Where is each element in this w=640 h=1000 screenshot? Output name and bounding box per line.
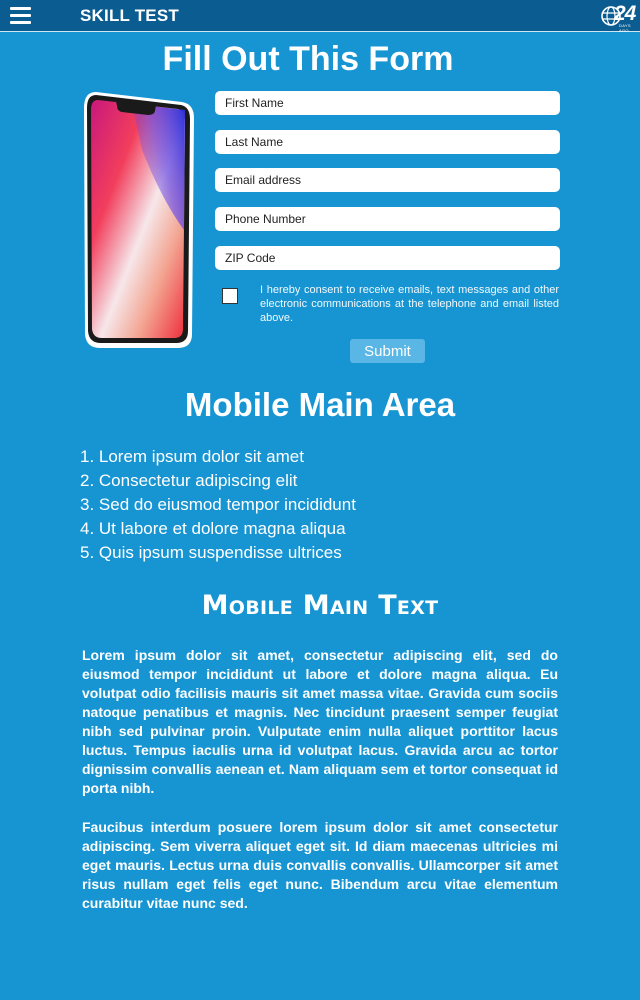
smartphone-image	[84, 92, 194, 348]
form-title: Fill Out This Form	[162, 40, 454, 78]
main-area-title: Mobile Main Area	[184, 386, 456, 423]
list-item: 3. Sed do eiusmod tempor incididunt	[80, 495, 356, 514]
top-bar: SKILL TEST 24 DAYS AGO	[0, 0, 640, 33]
logo[interactable]: 24 DAYS AGO	[600, 2, 636, 33]
list-item: 5. Quis ipsum suspendisse ultrices	[80, 543, 342, 562]
hamburger-menu-icon[interactable]	[10, 7, 31, 24]
first-name-field[interactable]	[215, 91, 560, 115]
main-text-title: Mobile Main Text	[201, 590, 439, 621]
main-text-paragraph-1: Lorem ipsum dolor sit amet, consectetur …	[82, 647, 558, 796]
list-item: 2. Consectetur adipiscing elit	[80, 471, 298, 490]
email-field[interactable]	[215, 168, 560, 192]
consent-text: I hereby consent to receive emails, text…	[260, 284, 559, 324]
logo-subtext: DAYS AGO	[619, 23, 631, 33]
list-item: 4. Ut labore et dolore magna aliqua	[80, 519, 346, 538]
main-text-paragraph-2: Faucibus interdum posuere lorem ipsum do…	[82, 819, 558, 911]
main-area-list: 1. Lorem ipsum dolor sit amet 2. Consect…	[80, 445, 356, 565]
zip-code-field[interactable]	[215, 246, 560, 270]
app-title: SKILL TEST	[80, 6, 179, 25]
consent-checkbox[interactable]	[222, 288, 238, 304]
last-name-field[interactable]	[215, 130, 560, 154]
phone-number-field[interactable]	[215, 207, 560, 231]
list-item: 1. Lorem ipsum dolor sit amet	[80, 447, 304, 466]
submit-button[interactable]: Submit	[350, 339, 425, 363]
